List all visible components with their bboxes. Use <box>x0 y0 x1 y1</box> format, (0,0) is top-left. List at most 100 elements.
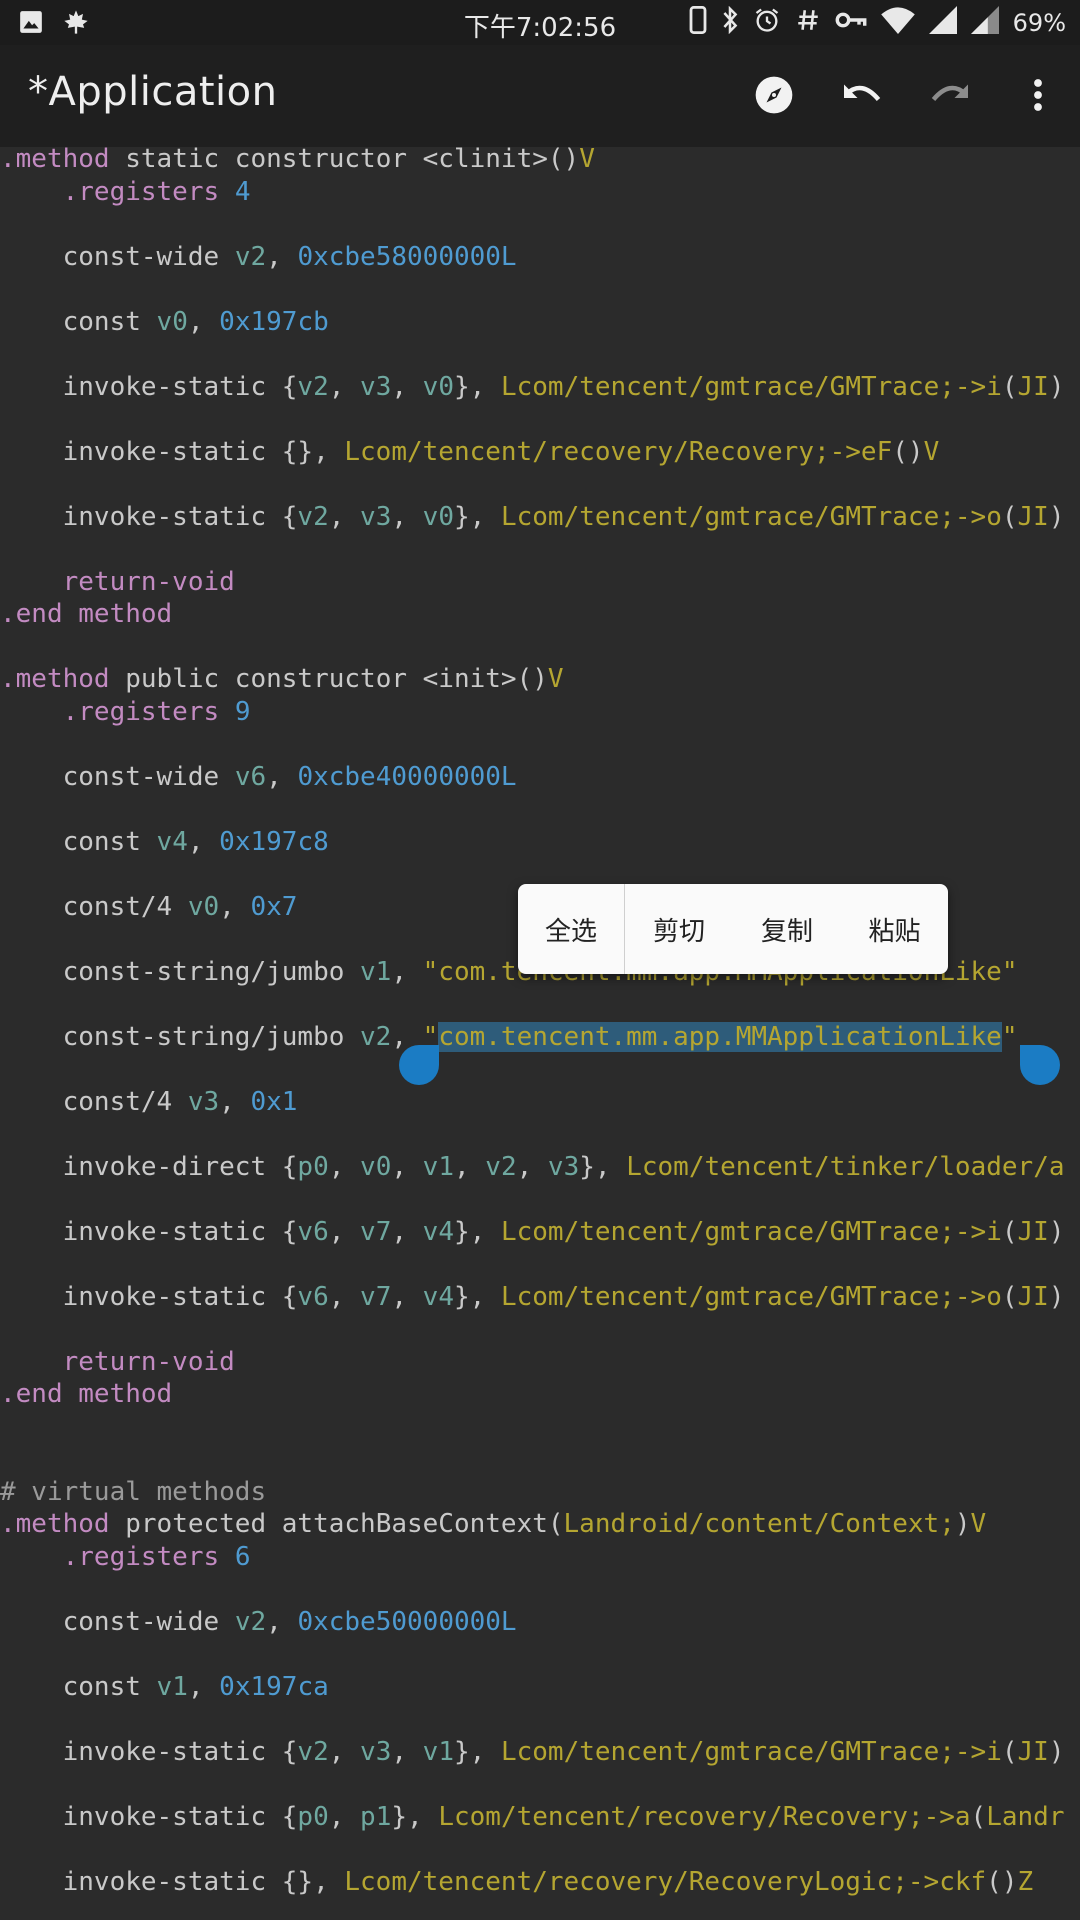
code-token: const-string/jumbo <box>0 1022 361 1052</box>
vpn-key-icon <box>835 6 867 40</box>
code-token: invoke-direct { <box>0 1152 298 1182</box>
code-token: invoke-static {}, <box>0 1867 345 1897</box>
code-token: protected attachBaseContext( <box>125 1509 564 1539</box>
code-token: v0 <box>422 372 454 402</box>
code-token: const-wide <box>0 242 235 272</box>
code-token: .end method <box>0 599 173 629</box>
select-all-button[interactable]: 全选 <box>518 884 624 974</box>
compass-icon <box>754 75 794 119</box>
selection-end-handle[interactable] <box>1020 1045 1060 1085</box>
code-token: invoke-static { <box>0 1217 298 1247</box>
code-token: JI <box>1017 1282 1049 1312</box>
code-token: v1 <box>422 1737 454 1767</box>
code-token: const <box>0 1672 157 1702</box>
signal-icon <box>970 6 999 40</box>
code-line: invoke-static {v2, v3, v0}, Lcom/tencent… <box>0 371 1065 403</box>
code-token: }, <box>453 1282 501 1312</box>
code-line: invoke-static {p0, p1}, Lcom/tencent/rec… <box>0 1801 1065 1833</box>
code-token: v0 <box>360 1152 392 1182</box>
code-token: invoke-static { <box>0 502 298 532</box>
code-token: Lcom/tencent/tinker/loader/a <box>626 1152 1065 1182</box>
code-line: const-wide v6, 0xcbe40000000L <box>0 761 517 793</box>
code-line: .method public constructor <init>()V <box>0 663 564 695</box>
code-token: }, <box>453 1217 501 1247</box>
code-token: , <box>391 957 423 987</box>
code-token: v1 <box>422 1152 454 1182</box>
code-token: v3 <box>187 1087 220 1117</box>
code-line: const/4 v3, 0x1 <box>0 1086 298 1118</box>
code-line: const v0, 0x197cb <box>0 306 329 338</box>
code-token: ) <box>1048 372 1065 402</box>
code-token: , <box>391 502 423 532</box>
code-token: , <box>391 1737 423 1767</box>
code-token: , <box>391 1152 423 1182</box>
alarm-icon <box>753 6 781 40</box>
code-token: p0 <box>297 1802 329 1832</box>
code-line: .end method <box>0 598 172 630</box>
code-token: Landr <box>986 1802 1065 1832</box>
redo-button[interactable] <box>922 69 978 125</box>
code-token: }, <box>453 372 501 402</box>
code-line: .method static constructor <clinit>()V <box>0 147 595 175</box>
code-token: ( <box>1001 372 1018 402</box>
code-token: 0x197c8 <box>219 827 329 857</box>
code-token: }, <box>391 1802 439 1832</box>
code-token: const-string/jumbo <box>0 957 361 987</box>
paste-button[interactable]: 粘贴 <box>841 884 948 974</box>
status-right-icons: 69% <box>689 5 1066 40</box>
code-token: }, <box>453 1737 501 1767</box>
code-token: const/4 <box>0 892 188 922</box>
code-token: .registers <box>0 177 235 207</box>
code-token: }, <box>579 1152 627 1182</box>
code-line: .method protected attachBaseContext(Land… <box>0 1508 986 1540</box>
code-token: v2 <box>297 1737 329 1767</box>
code-token: ) <box>1048 1282 1065 1312</box>
code-line: invoke-static {v2, v3, v0}, Lcom/tencent… <box>0 501 1065 533</box>
code-token: .registers <box>0 1542 235 1572</box>
code-line: const-wide v2, 0xcbe50000000L <box>0 1606 517 1638</box>
cut-button[interactable]: 剪切 <box>625 884 733 974</box>
text-selection-menu: 全选 剪切 复制 粘贴 <box>518 884 948 974</box>
more-options-button[interactable] <box>1010 69 1066 125</box>
code-token: Lcom/tencent/gmtrace/GMTrace;->i <box>500 1217 1002 1247</box>
code-token: , <box>328 1737 361 1767</box>
code-line: .end method <box>0 1378 172 1410</box>
code-token: ) <box>1048 1217 1065 1247</box>
code-editor[interactable]: .method static constructor <clinit>()V .… <box>0 147 1080 1920</box>
compass-button[interactable] <box>746 69 802 125</box>
code-token: ( <box>1001 1282 1018 1312</box>
code-token: v3 <box>360 1737 392 1767</box>
code-token: , <box>328 502 361 532</box>
code-line: invoke-static {v6, v7, v4}, Lcom/tencent… <box>0 1281 1065 1313</box>
code-token: v2 <box>297 372 329 402</box>
code-token: .end method <box>0 1379 173 1409</box>
code-token: v4 <box>422 1282 454 1312</box>
code-token: v4 <box>422 1217 454 1247</box>
code-token: const/4 <box>0 1087 188 1117</box>
code-token: invoke-static { <box>0 1737 298 1767</box>
code-token: v1 <box>360 957 392 987</box>
copy-button[interactable]: 复制 <box>733 884 841 974</box>
code-token: v7 <box>360 1282 392 1312</box>
code-token: Lcom/tencent/recovery/RecoveryLogic;->ck… <box>344 1867 987 1897</box>
code-token: v6 <box>297 1282 329 1312</box>
code-line: invoke-static {}, Lcom/tencent/recovery/… <box>0 1866 1034 1898</box>
toolbar-actions <box>746 69 1066 125</box>
code-token: invoke-static { <box>0 1282 298 1312</box>
code-token: static constructor <clinit>() <box>125 147 580 174</box>
code-token: v2 <box>234 242 267 272</box>
code-token: const <box>0 307 157 337</box>
selection-start-handle[interactable] <box>399 1045 439 1085</box>
code-token: , <box>187 307 220 337</box>
code-token: , <box>328 1282 361 1312</box>
code-token: 0x1 <box>250 1087 298 1117</box>
code-line: const v4, 0x197c8 <box>0 826 329 858</box>
code-token: .method <box>0 1509 126 1539</box>
code-token: V <box>970 1509 987 1539</box>
code-token: invoke-static { <box>0 1802 298 1832</box>
undo-button[interactable] <box>834 69 890 125</box>
code-token: p0 <box>297 1152 329 1182</box>
code-token: ( <box>1001 502 1018 532</box>
code-token: , <box>328 1217 361 1247</box>
code-token: , <box>453 1152 486 1182</box>
